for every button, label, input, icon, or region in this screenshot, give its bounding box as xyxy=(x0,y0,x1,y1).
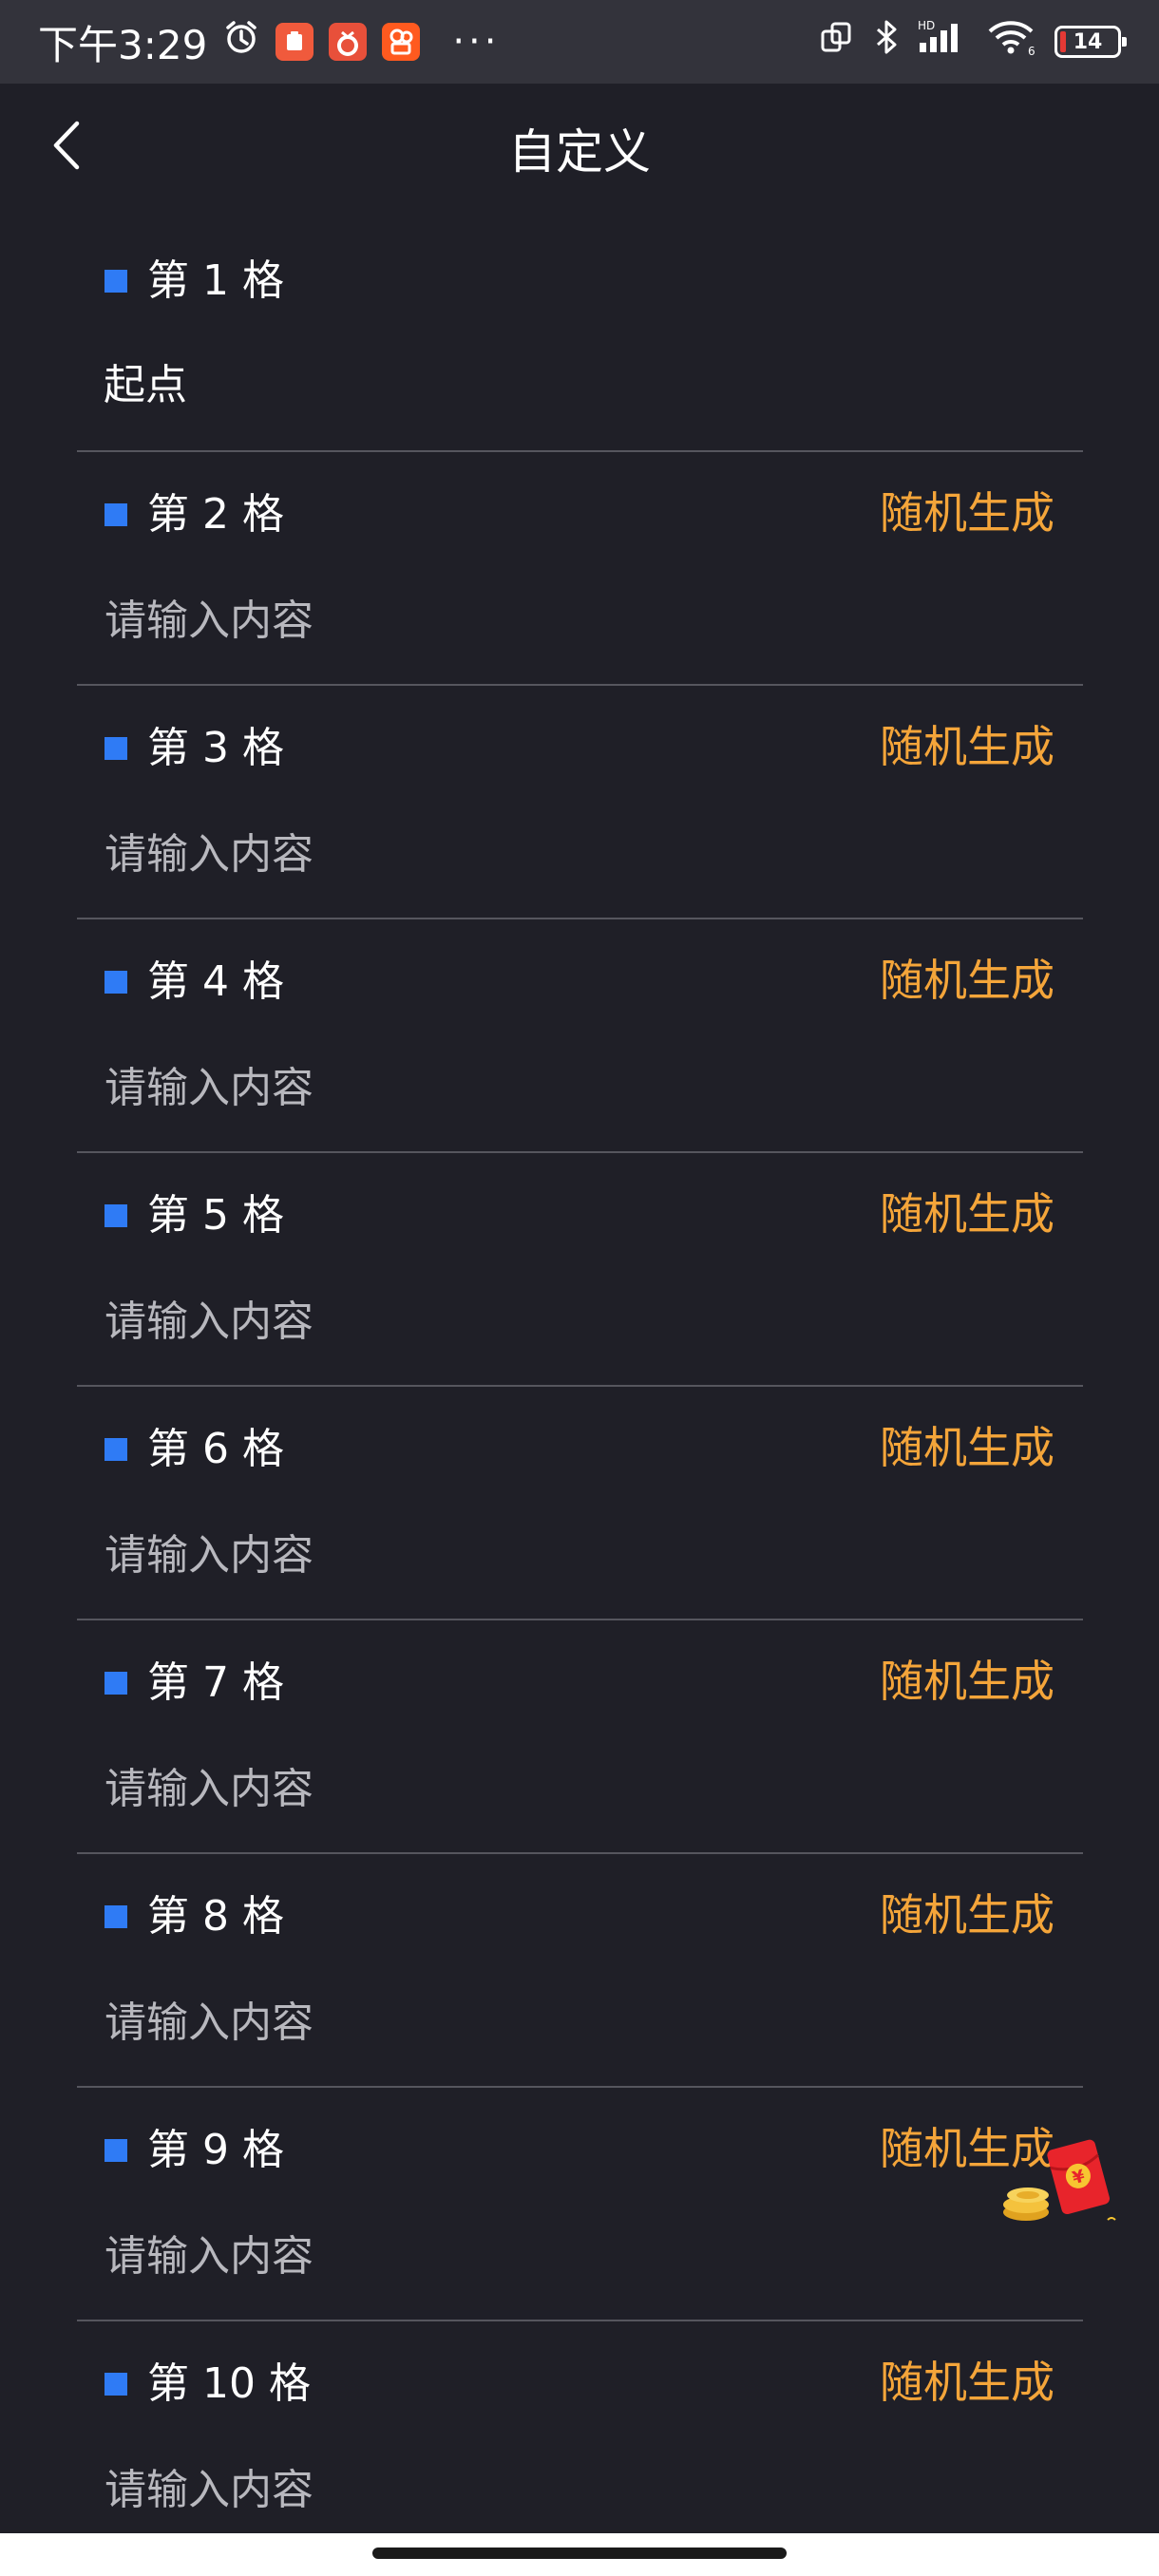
bluetooth-icon xyxy=(872,18,901,66)
gesture-bar xyxy=(0,2533,1159,2576)
cell-item: 第 10 格 随机生成 xyxy=(77,2321,1083,2555)
cell-item: 第 8 格 随机生成 xyxy=(77,1854,1083,2088)
cell-content-input[interactable] xyxy=(104,1057,960,1118)
cell-marker-icon xyxy=(104,270,127,293)
cell-marker-icon xyxy=(104,503,127,526)
cell-label: 第 7 格 xyxy=(147,1658,284,1707)
cell-item: 第 6 格 随机生成 xyxy=(77,1387,1083,1620)
wifi-icon: 6 xyxy=(986,18,1037,66)
alarm-icon xyxy=(222,18,260,66)
battery-indicator: 14 xyxy=(1054,26,1127,58)
app-icon-tomato xyxy=(329,23,368,61)
random-generate-button[interactable]: 随机生成 xyxy=(880,718,1054,775)
cell-marker-icon xyxy=(104,1905,127,1928)
random-generate-button[interactable]: 随机生成 xyxy=(880,1185,1054,1242)
cell-content-input[interactable] xyxy=(104,824,960,884)
cell-marker-icon xyxy=(104,2373,127,2396)
cell-content-input[interactable] xyxy=(104,1758,960,1819)
red-packet-icon: ¥ xyxy=(1003,2139,1116,2221)
cell-item: 第 2 格 随机生成 xyxy=(77,452,1083,686)
cell-label: 第 6 格 xyxy=(147,1425,284,1473)
cell-item: 第 4 格 随机生成 xyxy=(77,919,1083,1153)
more-notifications-icon: ··· xyxy=(452,20,501,64)
cell-item: 第 1 格 起点 xyxy=(77,218,1083,452)
cell-marker-icon xyxy=(104,1204,127,1227)
cell-content-input[interactable] xyxy=(104,2226,960,2286)
cell-item: 第 7 格 随机生成 xyxy=(77,1620,1083,1854)
random-generate-button[interactable]: 随机生成 xyxy=(880,1653,1054,1710)
cell-content-input[interactable] xyxy=(104,2459,960,2520)
cell-content-input[interactable] xyxy=(104,1525,960,1585)
cell-label: 第 3 格 xyxy=(147,724,284,772)
random-generate-button[interactable]: 随机生成 xyxy=(880,1419,1054,1476)
home-indicator[interactable] xyxy=(372,2548,787,2559)
cell-marker-icon xyxy=(104,1438,127,1461)
navigation-bar: 自定义 xyxy=(0,84,1159,217)
cell-label: 第 2 格 xyxy=(147,490,284,539)
cell-marker-icon xyxy=(104,2139,127,2162)
cell-marker-icon xyxy=(104,1672,127,1695)
app-icon-kuaishou xyxy=(382,23,421,61)
random-generate-button[interactable]: 随机生成 xyxy=(880,1886,1054,1943)
svg-text:HD: HD xyxy=(918,19,935,32)
random-generate-button[interactable]: 随机生成 xyxy=(880,2354,1054,2411)
cell-label: 第 4 格 xyxy=(147,957,284,1006)
cell-label: 第 9 格 xyxy=(147,2126,284,2174)
red-packet-button[interactable]: ¥ xyxy=(998,2132,1121,2237)
cellular-signal-icon: HD xyxy=(918,18,969,66)
random-generate-button[interactable]: 随机生成 xyxy=(880,484,1054,541)
status-time: 下午3:29 xyxy=(38,21,208,68)
cell-label: 第 5 格 xyxy=(147,1191,284,1240)
cell-label: 第 1 格 xyxy=(147,256,284,305)
rotate-icon xyxy=(817,18,855,66)
cell-content-input[interactable] xyxy=(104,1291,960,1352)
status-bar: 下午3:29 ··· HD 6 14 xyxy=(0,0,1159,84)
app-icon-orange xyxy=(276,23,314,61)
page-title: 自定义 xyxy=(508,124,651,180)
cell-label: 第 10 格 xyxy=(147,2359,311,2408)
cell-marker-icon xyxy=(104,737,127,760)
cell-content-input[interactable] xyxy=(104,590,960,651)
cell-label: 第 8 格 xyxy=(147,1892,284,1941)
cell-content-input[interactable] xyxy=(104,1992,960,2053)
cell-marker-icon xyxy=(104,971,127,994)
battery-level: 14 xyxy=(1073,29,1103,54)
cell-value[interactable]: 起点 xyxy=(104,355,187,416)
svg-text:6: 6 xyxy=(1028,45,1036,56)
cell-item: 第 5 格 随机生成 xyxy=(77,1153,1083,1387)
cell-item: 第 3 格 随机生成 xyxy=(77,686,1083,919)
cell-item: 第 9 格 随机生成 xyxy=(77,2088,1083,2321)
random-generate-button[interactable]: 随机生成 xyxy=(880,952,1054,1009)
